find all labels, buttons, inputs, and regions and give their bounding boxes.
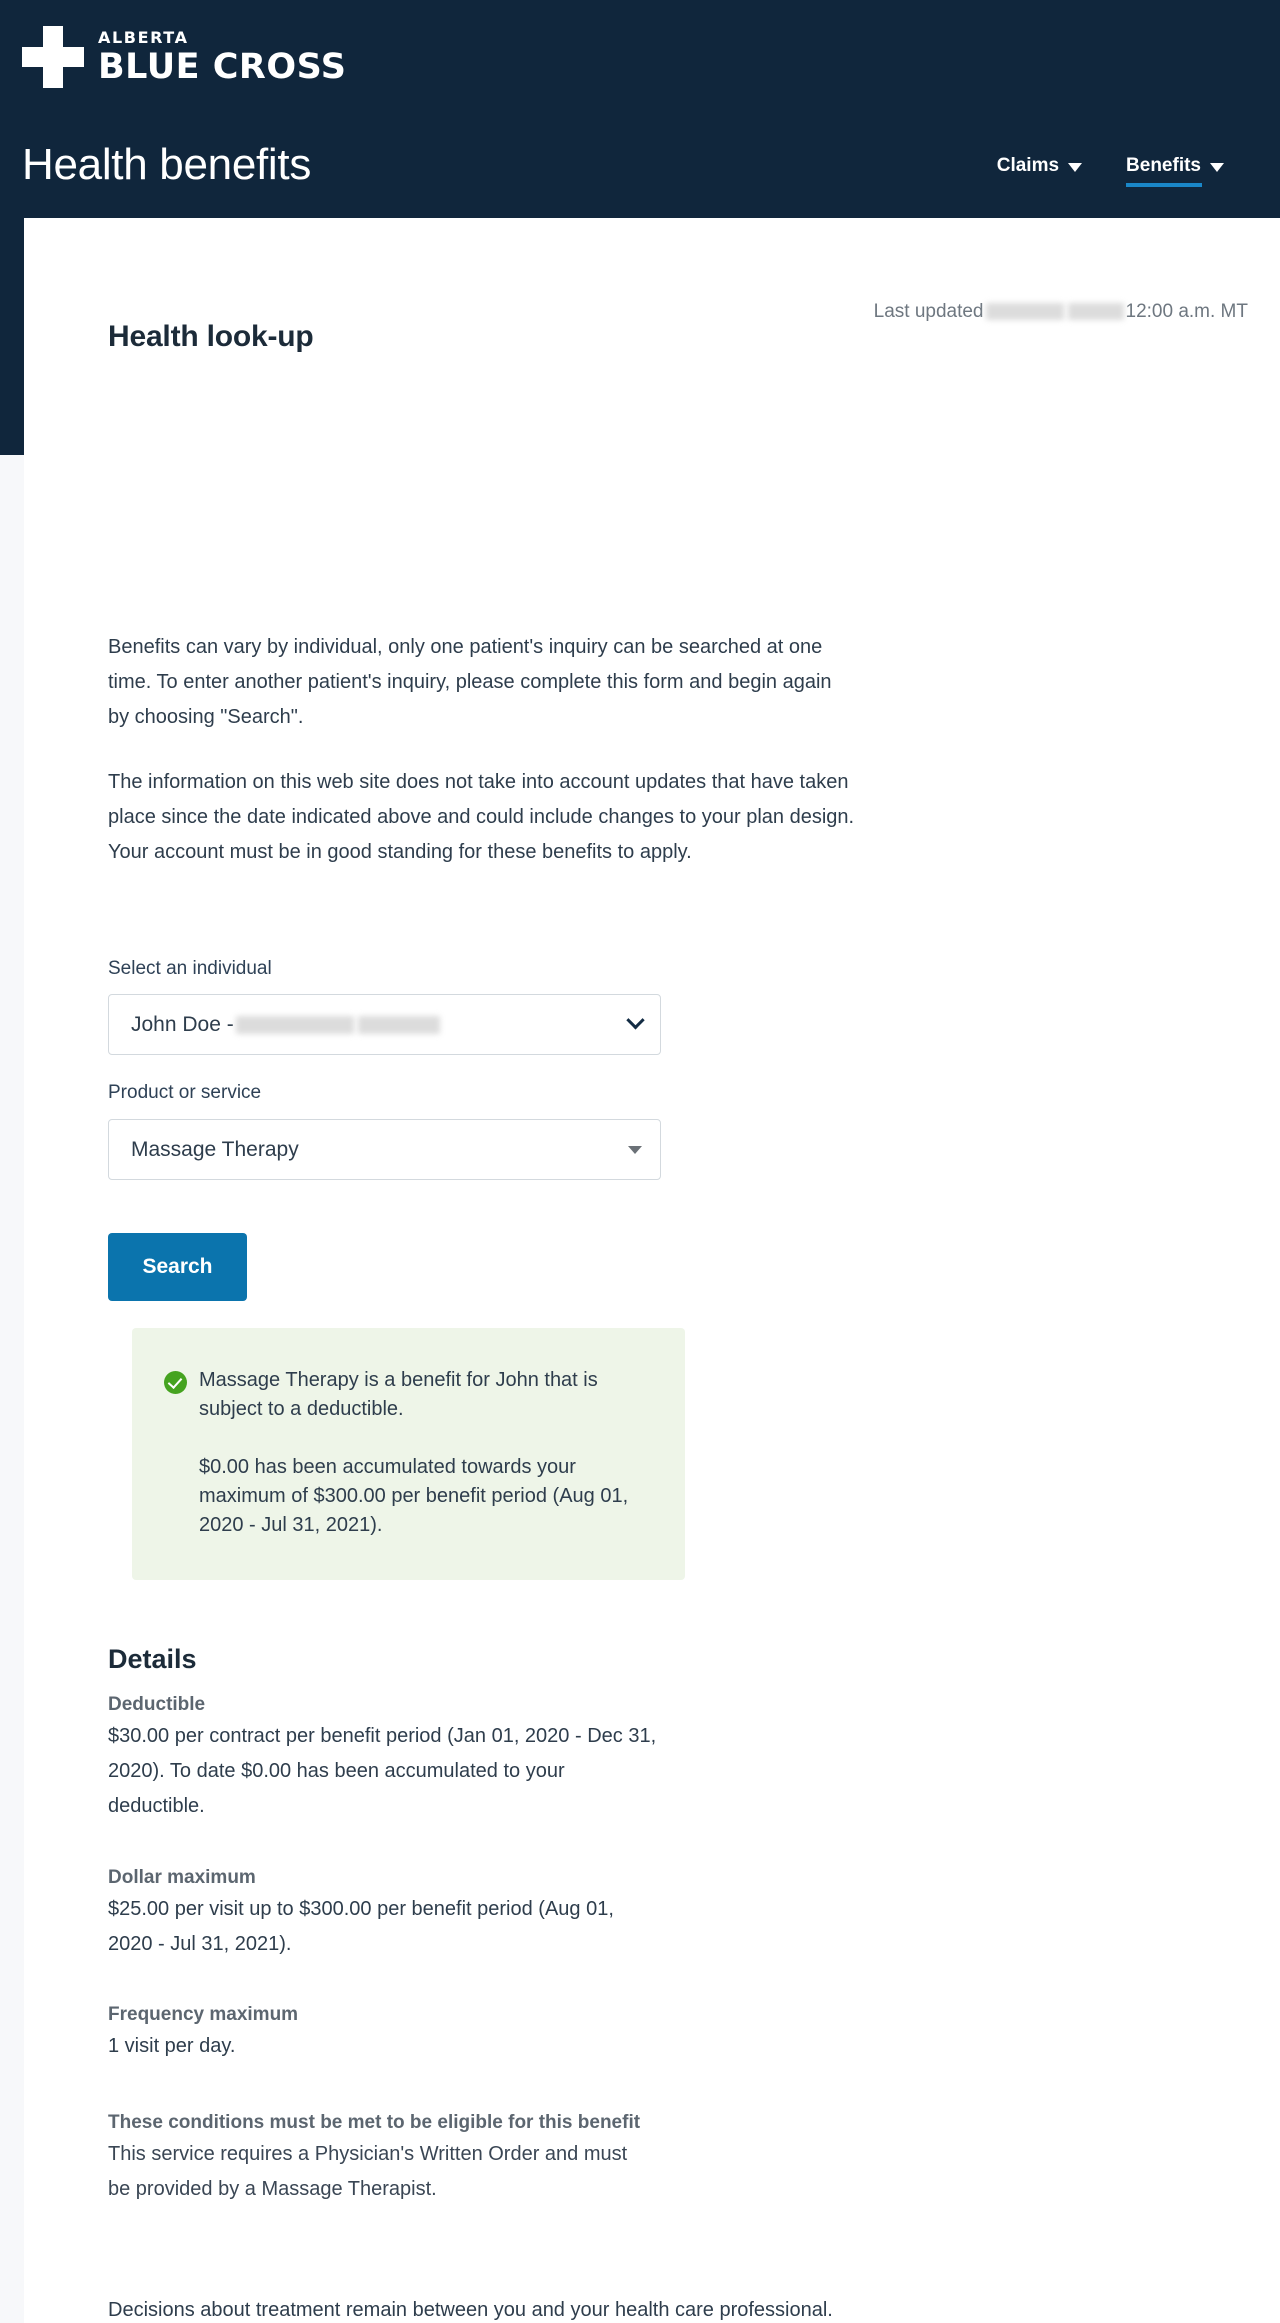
blue-cross-plus-icon bbox=[22, 26, 84, 88]
chevron-down-icon bbox=[1068, 162, 1083, 172]
success-check-icon bbox=[164, 1371, 187, 1394]
detail-body: $30.00 per contract per benefit period (… bbox=[108, 1725, 657, 1817]
treatment-decisions-note: Decisions about treatment remain between… bbox=[108, 2299, 833, 2321]
detail-title: These conditions must be met to be eligi… bbox=[108, 2112, 641, 2133]
last-updated-status: Last updated 12:00 a.m. MT bbox=[874, 301, 1248, 323]
detail-body: This service requires a Physician's Writ… bbox=[108, 2143, 628, 2200]
intro-paragraph-1: Benefits can vary by individual, only on… bbox=[108, 636, 832, 728]
detail-body: 1 visit per day. bbox=[108, 2035, 236, 2057]
chevron-down-icon bbox=[626, 1011, 645, 1030]
details-heading: Details bbox=[108, 1644, 197, 1675]
benefit-result-panel: Massage Therapy is a benefit for John th… bbox=[132, 1328, 685, 1580]
redacted-individual-part-1 bbox=[235, 1015, 354, 1034]
nav-item-claims-label: Claims bbox=[996, 155, 1060, 176]
detail-dollar-maximum: Dollar maximum $25.00 per visit up to $3… bbox=[108, 1863, 663, 1962]
redacted-individual-part-2 bbox=[357, 1015, 440, 1034]
logo-alberta-text: ALBERTA bbox=[98, 27, 189, 47]
search-button[interactable]: Search bbox=[108, 1233, 247, 1301]
detail-frequency-maximum: Frequency maximum 1 visit per day. bbox=[108, 2000, 663, 2064]
site-masthead: ALBERTA BLUE CROSS Health benefits Claim… bbox=[0, 0, 1280, 218]
benefit-result-primary: Massage Therapy is a benefit for John th… bbox=[164, 1366, 651, 1424]
nav-item-benefits[interactable]: Benefits bbox=[1126, 155, 1224, 187]
redacted-date-part-2 bbox=[1067, 303, 1124, 321]
logo-bluecross-text: BLUE CROSS bbox=[98, 46, 347, 87]
benefit-result-line-2: $0.00 has been accumulated towards your … bbox=[199, 1456, 629, 1536]
product-select[interactable]: Massage Therapy bbox=[108, 1119, 661, 1180]
last-updated-time: 12:00 a.m. MT bbox=[1125, 301, 1249, 322]
redacted-date-part-1 bbox=[985, 303, 1064, 321]
triangle-down-icon bbox=[628, 1145, 642, 1154]
nav-item-claims[interactable]: Claims bbox=[996, 155, 1083, 187]
site-title: Health benefits bbox=[22, 140, 312, 189]
detail-deductible: Deductible $30.00 per contract per benef… bbox=[108, 1690, 663, 1824]
product-select-label: Product or service bbox=[108, 1082, 262, 1103]
individual-select-text: John Doe - bbox=[131, 1012, 234, 1036]
left-dark-rail bbox=[0, 218, 24, 455]
individual-select[interactable]: John Doe - bbox=[108, 994, 661, 1055]
detail-title: Dollar maximum bbox=[108, 1867, 256, 1888]
detail-title: Deductible bbox=[108, 1694, 206, 1715]
detail-title: Frequency maximum bbox=[108, 2004, 299, 2025]
individual-select-label: Select an individual bbox=[108, 958, 272, 979]
top-navigation: Claims Benefits bbox=[997, 155, 1224, 187]
product-select-value: Massage Therapy bbox=[131, 1137, 299, 1161]
page-title: Health look-up bbox=[108, 320, 314, 354]
left-gutter bbox=[0, 455, 24, 2323]
alberta-blue-cross-logo[interactable]: ALBERTA BLUE CROSS bbox=[22, 26, 346, 88]
detail-body: $25.00 per visit up to $300.00 per benef… bbox=[108, 1898, 614, 1955]
benefit-result-line-1: Massage Therapy is a benefit for John th… bbox=[199, 1369, 598, 1420]
logo-wordmark: ALBERTA BLUE CROSS bbox=[98, 27, 347, 87]
nav-item-benefits-label: Benefits bbox=[1126, 155, 1201, 176]
health-benefits-page: ALBERTA BLUE CROSS Health benefits Claim… bbox=[0, 0, 1280, 2323]
intro-paragraph-2: The information on this web site does no… bbox=[108, 771, 855, 863]
last-updated-label: Last updated bbox=[873, 301, 984, 322]
individual-select-value: John Doe - bbox=[131, 1013, 629, 1037]
chevron-down-icon bbox=[1210, 162, 1224, 172]
detail-eligibility-conditions: These conditions must be met to be eligi… bbox=[108, 2108, 648, 2207]
